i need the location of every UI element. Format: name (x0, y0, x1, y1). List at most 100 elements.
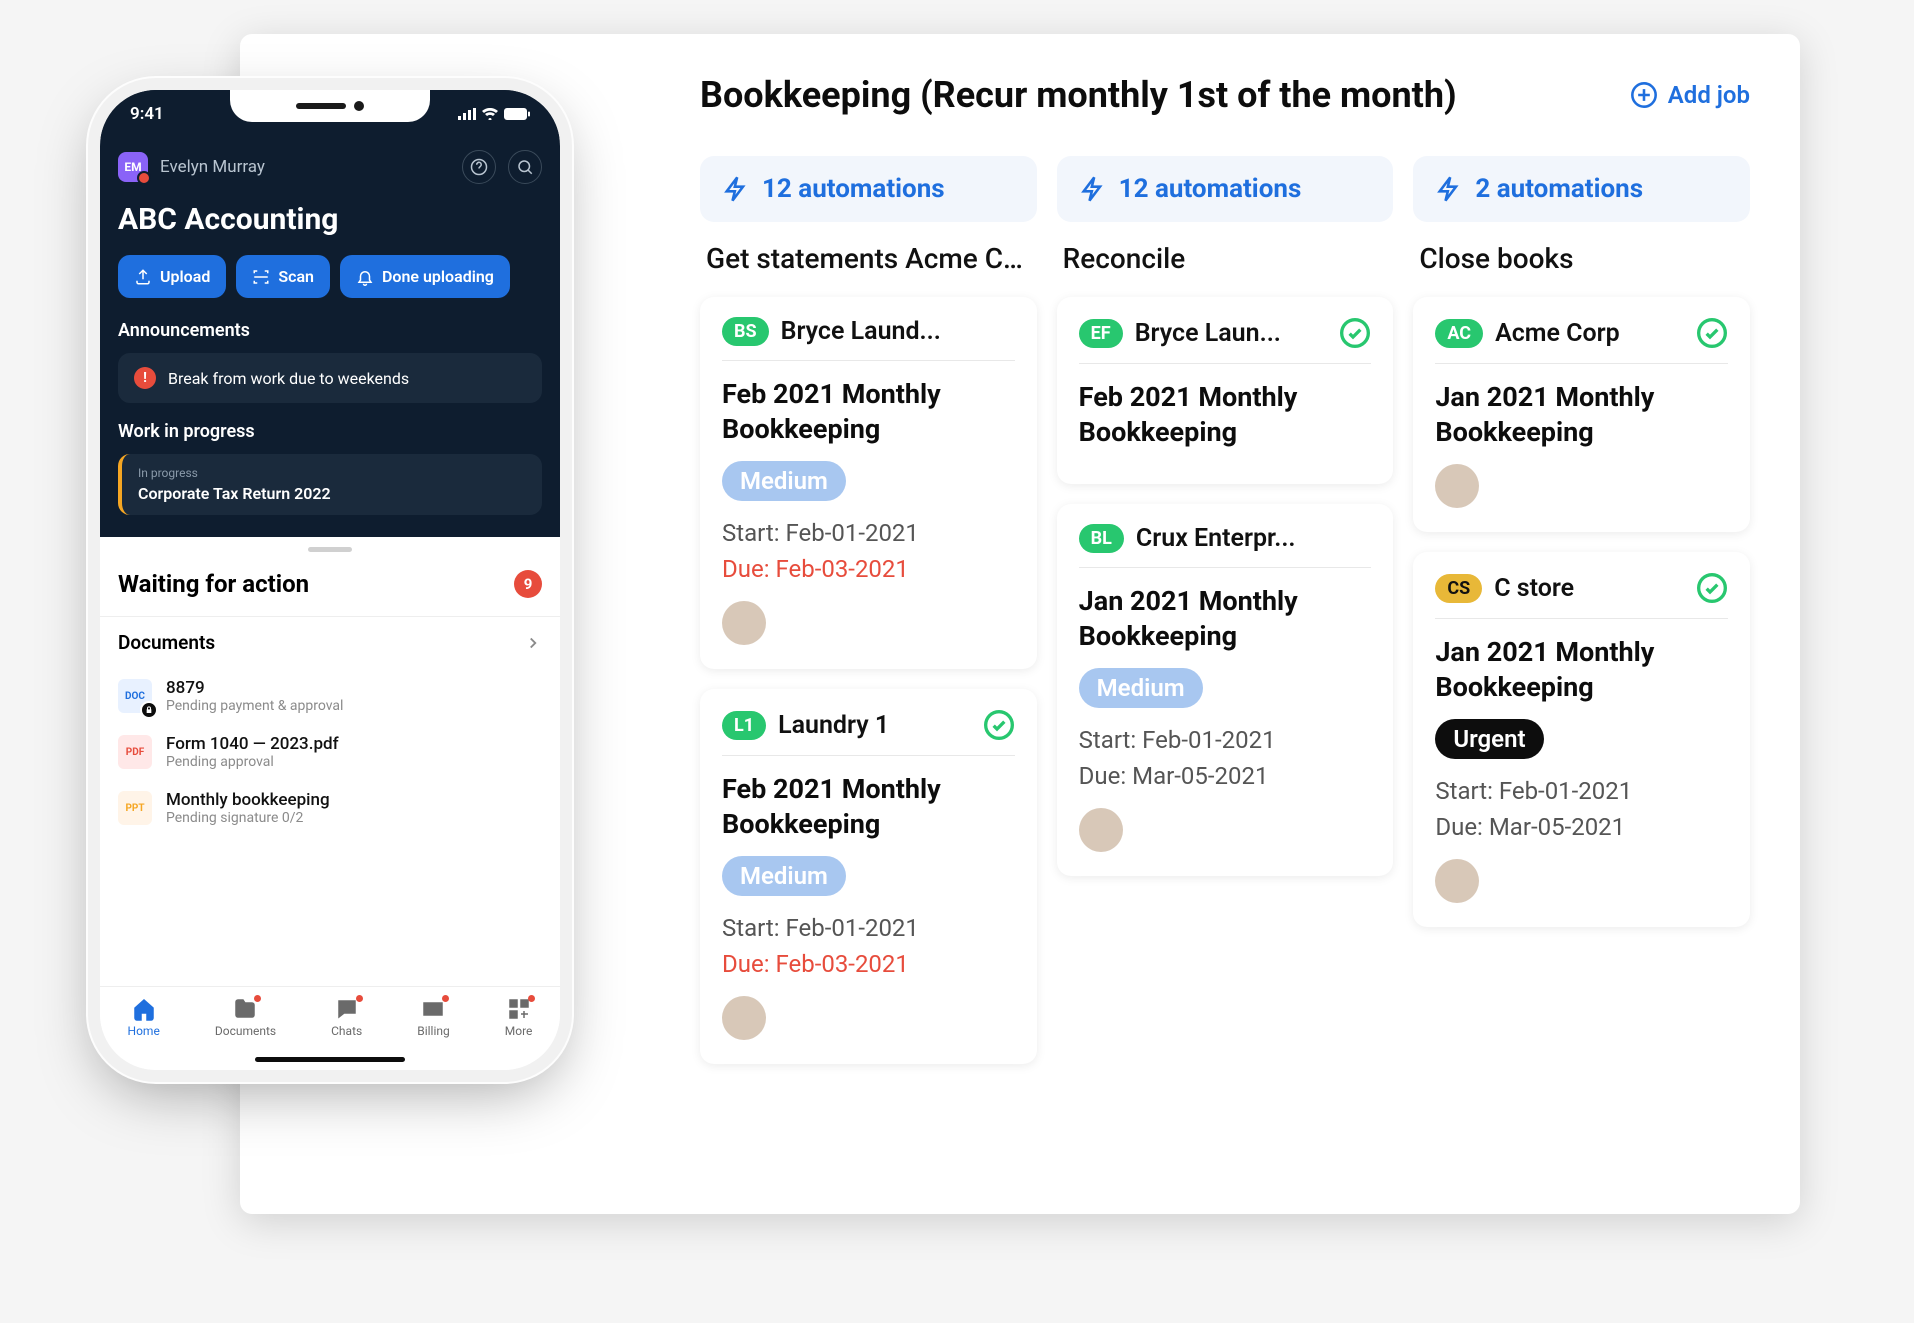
column-header[interactable]: 12 automations (1057, 156, 1394, 222)
check-circle-icon (1696, 572, 1728, 604)
check-circle-icon (983, 709, 1015, 741)
document-info: Form 1040 — 2023.pdfPending approval (166, 734, 339, 770)
document-item[interactable]: PPT Monthly bookkeepingPending signature… (100, 780, 560, 836)
automations-count: 2 automations (1475, 174, 1643, 204)
signal-icon (458, 108, 476, 120)
document-item[interactable]: DOC 8879Pending payment & approval (100, 668, 560, 724)
document-info: Monthly bookkeepingPending signature 0/2 (166, 790, 330, 826)
column: 12 automations Reconcile EF Bryce Laun..… (1057, 156, 1394, 1084)
job-dates: Start: Feb-01-2021Due: Mar-05-2021 (1079, 722, 1372, 794)
page-title: Bookkeeping (Recur monthly 1st of the mo… (700, 74, 1457, 116)
document-status: Pending signature 0/2 (166, 810, 330, 826)
search-button[interactable] (508, 150, 542, 184)
due-date: Due: Feb-03-2021 (722, 946, 1015, 982)
scan-button[interactable]: Scan (236, 255, 330, 298)
job-card[interactable]: AC Acme Corp Jan 2021 Monthly Bookkeepin… (1413, 297, 1750, 532)
bolt-icon (722, 175, 750, 203)
chevron-right-icon (524, 634, 542, 652)
client-badge: BS (722, 317, 769, 346)
tab-documents[interactable]: Documents (215, 997, 276, 1038)
document-item[interactable]: PDF Form 1040 — 2023.pdfPending approval (100, 724, 560, 780)
client-name: C store (1494, 574, 1684, 603)
priority-badge: Medium (1079, 668, 1203, 708)
help-button[interactable] (462, 150, 496, 184)
action-row: Upload Scan Done uploading (118, 255, 542, 298)
pull-handle[interactable] (308, 547, 352, 552)
client-name: Bryce Laun... (1135, 319, 1328, 348)
job-title: Jan 2021 Monthly Bookkeeping (1435, 380, 1728, 450)
column: 2 automations Close books AC Acme Corp J… (1413, 156, 1750, 1084)
job-card[interactable]: EF Bryce Laun... Feb 2021 Monthly Bookke… (1057, 297, 1394, 484)
assignee-avatar (1079, 808, 1123, 852)
add-job-button[interactable]: Add job (1630, 81, 1750, 109)
card-header: BS Bryce Laund... (722, 317, 1015, 361)
documents-icon (233, 997, 257, 1021)
documents-section-button[interactable]: Documents (100, 616, 560, 668)
documents-list: DOC 8879Pending payment & approvalPDF Fo… (100, 668, 560, 836)
job-dates: Start: Feb-01-2021Due: Feb-03-2021 (722, 515, 1015, 587)
job-card[interactable]: BL Crux Enterpr... Jan 2021 Monthly Book… (1057, 504, 1394, 876)
due-date: Due: Feb-03-2021 (722, 551, 1015, 587)
home-indicator (255, 1057, 405, 1062)
document-name: Form 1040 — 2023.pdf (166, 734, 339, 754)
upload-icon (134, 268, 152, 286)
waiting-count-badge: 9 (514, 570, 542, 598)
scan-label: Scan (278, 267, 314, 286)
start-date: Start: Feb-01-2021 (722, 910, 1015, 946)
tab-label: Documents (215, 1024, 276, 1038)
document-name: Monthly bookkeeping (166, 790, 330, 810)
wip-card[interactable]: In progress Corporate Tax Return 2022 (118, 454, 542, 515)
card-header: CS C store (1435, 572, 1728, 619)
column-title: Reconcile (1057, 242, 1394, 275)
assignee-avatar (722, 601, 766, 645)
job-title: Jan 2021 Monthly Bookkeeping (1435, 635, 1728, 705)
status-right (458, 108, 530, 120)
automations-count: 12 automations (1119, 174, 1302, 204)
upload-button[interactable]: Upload (118, 255, 226, 298)
user-avatar[interactable]: EM (118, 152, 148, 182)
job-card[interactable]: CS C store Jan 2021 Monthly Bookkeeping U… (1413, 552, 1750, 927)
documents-title: Documents (118, 631, 215, 654)
due-date: Due: Mar-05-2021 (1435, 809, 1728, 845)
add-job-label: Add job (1668, 81, 1750, 109)
waiting-row: Waiting for action 9 (100, 562, 560, 616)
plus-circle-icon (1630, 81, 1658, 109)
client-name: Bryce Laund... (781, 317, 1015, 346)
automations-count: 12 automations (762, 174, 945, 204)
priority-badge: Urgent (1435, 719, 1543, 759)
done-uploading-button[interactable]: Done uploading (340, 255, 510, 298)
job-dates: Start: Feb-01-2021Due: Mar-05-2021 (1435, 773, 1728, 845)
column-title: Close books (1413, 242, 1750, 275)
tab-more[interactable]: More (505, 997, 533, 1038)
client-badge: BL (1079, 524, 1124, 553)
tab-label: Chats (331, 1024, 362, 1038)
column-header[interactable]: 12 automations (700, 156, 1037, 222)
job-title: Feb 2021 Monthly Bookkeeping (722, 377, 1015, 447)
column-header[interactable]: 2 automations (1413, 156, 1750, 222)
tab-chats[interactable]: Chats (331, 997, 362, 1038)
job-card[interactable]: BS Bryce Laund... Feb 2021 Monthly Bookk… (700, 297, 1037, 669)
job-card[interactable]: L1 Laundry 1 Feb 2021 Monthly Bookkeepin… (700, 689, 1037, 1064)
more-icon (507, 997, 531, 1021)
user-row: EM Evelyn Murray (118, 150, 542, 184)
alert-icon: ! (134, 367, 156, 389)
doc-file-icon: DOC (118, 679, 152, 713)
tab-billing[interactable]: Billing (417, 997, 450, 1038)
client-badge: EF (1079, 319, 1123, 348)
tab-home[interactable]: Home (128, 997, 160, 1038)
start-date: Start: Feb-01-2021 (722, 515, 1015, 551)
assignee-avatar (1435, 859, 1479, 903)
mobile-content: Waiting for action 9 Documents DOC 8879P… (100, 547, 560, 836)
company-name: ABC Accounting (118, 202, 542, 237)
document-name: 8879 (166, 678, 343, 698)
ppt-file-icon: PPT (118, 791, 152, 825)
announcement-text: Break from work due to weekends (168, 369, 409, 388)
scan-icon (252, 268, 270, 286)
announcement-card[interactable]: ! Break from work due to weekends (118, 353, 542, 403)
notification-dot (356, 995, 363, 1002)
mobile-header: EM Evelyn Murray ABC Accounting Upload S… (100, 90, 560, 537)
home-icon (132, 997, 156, 1021)
waiting-title: Waiting for action (118, 570, 309, 598)
done-uploading-label: Done uploading (382, 267, 494, 286)
wip-status-label: In progress (138, 466, 526, 480)
